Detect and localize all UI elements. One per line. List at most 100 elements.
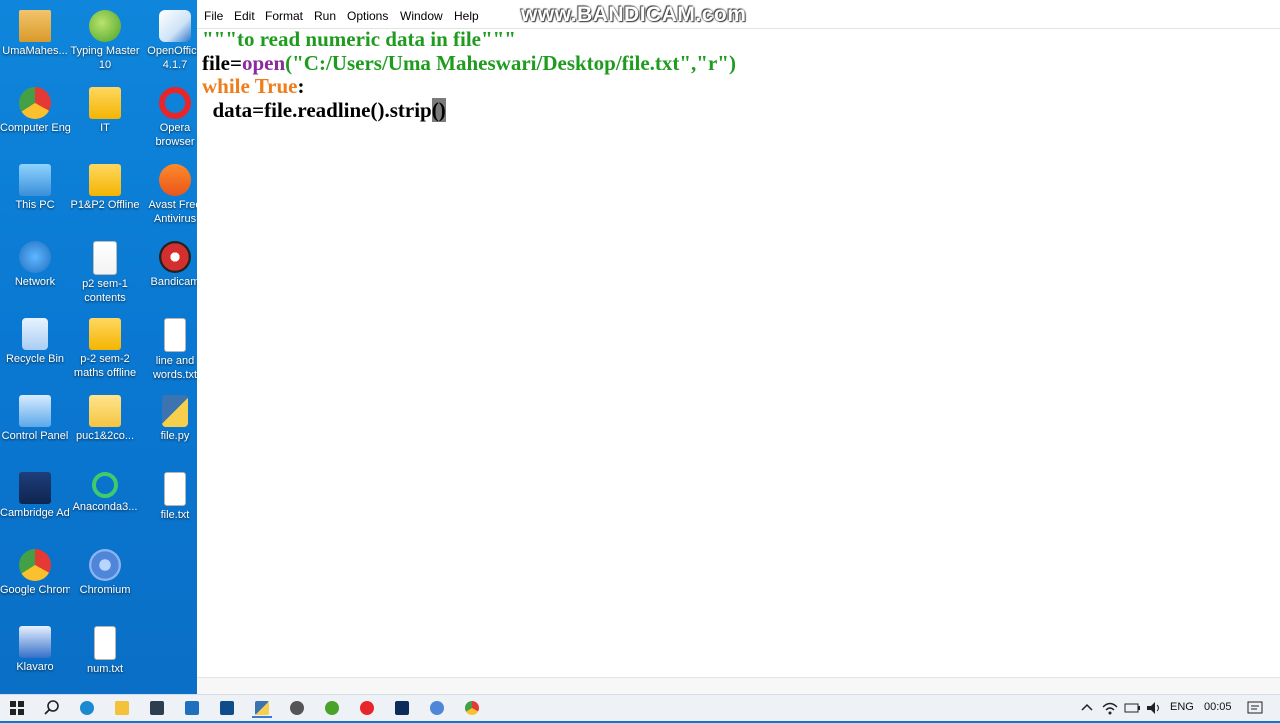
desktop-icon-num-txt[interactable]: num.txt — [70, 622, 140, 694]
desktop-icon-control-panel[interactable]: Control Panel — [0, 391, 70, 463]
desktop-icon-label: IT — [100, 122, 110, 134]
notification-center[interactable] — [1245, 698, 1265, 718]
taskbar-chromium[interactable] — [427, 698, 447, 718]
mail-icon — [220, 701, 234, 715]
search-button[interactable] — [42, 698, 62, 718]
search-icon — [44, 700, 59, 715]
file-explorer-icon — [115, 701, 129, 715]
desktop-icon-line-words[interactable]: line and words.txt — [140, 314, 197, 386]
chromium-icon — [430, 701, 444, 715]
desktop-icon-p2-sem1[interactable]: p2 sem-1 contents — [70, 237, 140, 309]
desktop-icon-label: Bandicam — [150, 276, 197, 288]
selected-parens: () — [431, 97, 446, 122]
menu-edit[interactable]: Edit — [234, 9, 255, 23]
code-editor[interactable]: """to read numeric data in file""" file=… — [202, 27, 1272, 122]
windows-icon — [10, 701, 24, 715]
tray-network[interactable] — [1100, 698, 1120, 718]
taskbar-app-1[interactable] — [147, 698, 167, 718]
edge-icon — [80, 701, 94, 715]
taskbar-store[interactable] — [182, 698, 202, 718]
desktop-icon-label: Recycle Bin — [5, 353, 65, 365]
taskbar-idle[interactable] — [252, 698, 272, 718]
desktop-icon-label: p2 sem-1 contents — [82, 278, 128, 304]
desktop-icon-puc[interactable]: puc1&2co... — [70, 391, 140, 463]
desktop-icon-label: Anaconda3... — [72, 501, 138, 513]
desktop-icon-chromium[interactable]: Chromium — [70, 545, 140, 617]
tray-battery[interactable] — [1122, 698, 1142, 718]
desktop-icon-google-chrome[interactable]: Google Chrome — [0, 545, 70, 617]
code-line-1: """to read numeric data in file""" — [202, 27, 1272, 52]
desktop-icon-p1p2-offline[interactable]: P1&P2 Offline — [70, 160, 140, 232]
desktop-icon-klavaro[interactable]: Klavaro — [0, 622, 70, 694]
desktop-icon-label: OpenOffice 4.1.7 — [147, 45, 197, 71]
network-icon — [19, 241, 51, 273]
desktop-icon-recycle-bin[interactable]: Recycle Bin — [0, 314, 70, 386]
language-indicator[interactable]: ENG — [1170, 701, 1194, 713]
python-idle-icon — [255, 701, 269, 715]
desktop-icon-avast[interactable]: Avast Free Antivirus — [140, 160, 197, 232]
menu-format[interactable]: Format — [265, 9, 303, 23]
desktop-icon-label: Control Panel — [1, 430, 69, 442]
taskbar: ENG 00:05 — [0, 694, 1280, 721]
folder-icon — [89, 395, 121, 427]
desktop-icon-openoffice[interactable]: OpenOffice 4.1.7 — [140, 6, 197, 78]
taskbar-chrome[interactable] — [462, 698, 482, 718]
pdf-icon — [93, 241, 117, 275]
desktop-icon-anaconda[interactable]: Anaconda3... — [70, 468, 140, 540]
desktop-icon-p2-sem2[interactable]: p-2 sem-2 maths offline — [70, 314, 140, 386]
menu-run[interactable]: Run — [314, 9, 336, 23]
taskbar-photoshop[interactable] — [392, 698, 412, 718]
code-keyword-while: while True — [202, 74, 298, 98]
app-window-icon — [150, 701, 164, 715]
menu-help[interactable]: Help — [454, 9, 479, 23]
gear-icon — [290, 701, 304, 715]
desktop-icon-label: Computer Engineerin... — [0, 122, 70, 134]
klavaro-icon — [19, 626, 51, 658]
desktop-icon-this-pc[interactable]: This PC — [0, 160, 70, 232]
desktop-icon-network[interactable]: Network — [0, 237, 70, 309]
taskbar-file-explorer[interactable] — [112, 698, 132, 718]
anaconda-icon — [92, 472, 118, 498]
clock[interactable]: 00:05 — [1204, 701, 1232, 713]
bandicam-icon — [159, 241, 191, 273]
desktop-icon-it[interactable]: IT — [70, 83, 140, 155]
desktop-icon-computer-engineering[interactable]: Computer Engineerin... — [0, 83, 70, 155]
desktop-icon-typing-master[interactable]: Typing Master 10 — [70, 6, 140, 78]
desktop-icon-label: Avast Free Antivirus — [148, 199, 198, 225]
wifi-icon — [1102, 702, 1118, 715]
taskbar-typing-master[interactable] — [322, 698, 342, 718]
tray-overflow[interactable] — [1077, 698, 1097, 718]
desktop-icon-umamaheswari[interactable]: UmaMahes... — [0, 6, 70, 78]
desktop-icon-label: Network — [14, 276, 56, 288]
desktop-icon-label: num.txt — [86, 663, 124, 675]
desktop-icon-opera[interactable]: Opera browser — [140, 83, 197, 155]
desktop-icon-label: Chromium — [79, 584, 131, 596]
tray-volume[interactable] — [1144, 698, 1164, 718]
desktop-icon-file-txt[interactable]: file.txt — [140, 468, 197, 540]
desktop-icon-label: P1&P2 Offline — [70, 199, 140, 211]
desktop-icon-label: This PC — [15, 199, 55, 211]
recycle-bin-icon — [22, 318, 48, 350]
code-var: file= — [202, 50, 242, 75]
bandicam-watermark: www.BANDICAM.com — [521, 3, 747, 26]
taskbar-settings[interactable] — [287, 698, 307, 718]
status-bar — [197, 677, 1280, 695]
chromium-icon — [89, 549, 121, 581]
desktop: UmaMahes... Computer Engineerin... This … — [0, 0, 197, 694]
taskbar-edge[interactable] — [77, 698, 97, 718]
chrome-icon — [19, 549, 51, 581]
desktop-icon-label: UmaMahes... — [2, 45, 68, 57]
desktop-icon-bandicam[interactable]: Bandicam — [140, 237, 197, 309]
start-button[interactable] — [7, 698, 27, 718]
battery-icon — [1124, 703, 1140, 713]
taskbar-mail[interactable] — [217, 698, 237, 718]
desktop-icon-cambridge[interactable]: Cambridge Advanced... — [0, 468, 70, 540]
desktop-icon-file-py[interactable]: file.py — [140, 391, 197, 463]
desktop-icon-label: Klavaro — [16, 661, 54, 673]
taskbar-opera[interactable] — [357, 698, 377, 718]
menu-file[interactable]: File — [204, 9, 223, 23]
opera-icon — [360, 701, 374, 715]
user-folder-icon — [19, 10, 51, 42]
menu-options[interactable]: Options — [347, 9, 388, 23]
menu-window[interactable]: Window — [400, 9, 443, 23]
